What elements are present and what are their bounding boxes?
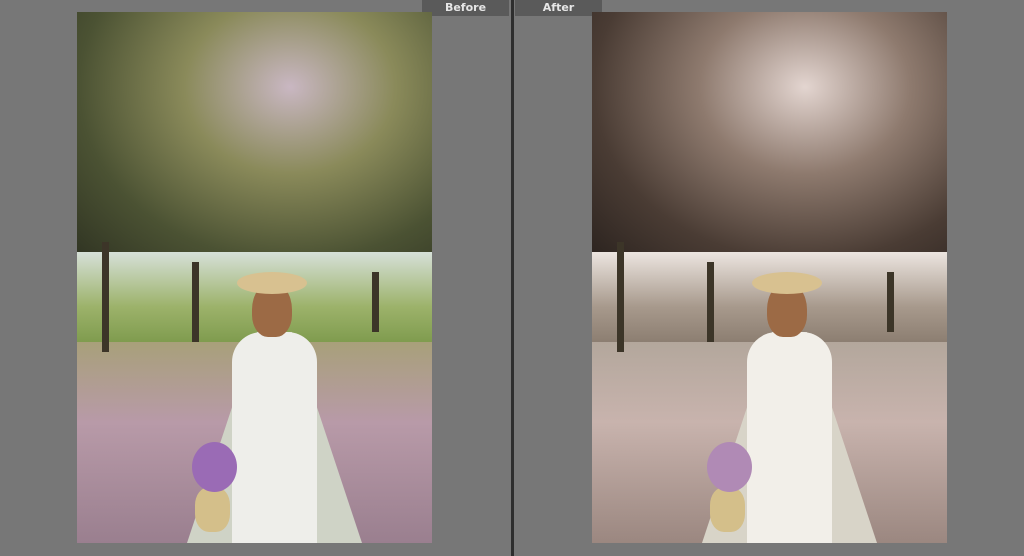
tree-trunk xyxy=(372,272,379,332)
after-photo xyxy=(592,12,947,543)
after-label: After xyxy=(515,0,602,16)
before-label: Before xyxy=(422,0,509,16)
before-photo xyxy=(77,12,432,543)
tree-trunk xyxy=(887,272,894,332)
woman-figure xyxy=(187,262,362,543)
tree-canopy xyxy=(592,12,947,262)
split-divider[interactable] xyxy=(511,0,514,556)
woman-figure xyxy=(702,262,877,543)
tree-trunk xyxy=(617,242,624,352)
tree-canopy xyxy=(77,12,432,262)
tree-trunk xyxy=(102,242,109,352)
